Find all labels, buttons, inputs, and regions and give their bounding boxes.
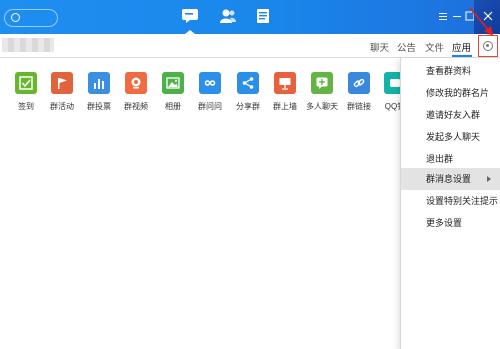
tab-chat[interactable]: 聊天 <box>370 40 389 54</box>
app-group-activity[interactable]: 群活动 <box>45 72 79 112</box>
gear-icon <box>483 41 493 51</box>
menu-item-invite-friends[interactable]: 邀请好友入群 <box>401 104 500 126</box>
menu-item-start-multi-chat[interactable]: 发起多人聊天 <box>401 126 500 148</box>
app-group-qa[interactable]: 群问问 <box>193 72 227 112</box>
menu-item-message-settings[interactable]: 群消息设置 <box>401 168 500 190</box>
app-label: 群活动 <box>50 102 74 111</box>
app-label: 相册 <box>165 102 181 111</box>
submenu-arrow-icon <box>487 176 491 182</box>
menu-item-quit-group[interactable]: 退出群 <box>401 148 500 170</box>
app-label: 群链接 <box>347 102 371 111</box>
annotation-arrow-icon <box>469 7 493 36</box>
menu-item-edit-group-card[interactable]: 修改我的群名片 <box>401 82 500 104</box>
search-icon <box>11 13 20 22</box>
menu-item-label: 群消息设置 <box>426 174 472 184</box>
active-tab-underline <box>452 55 472 57</box>
checkbox-icon <box>15 72 37 94</box>
flag-icon <box>51 72 73 94</box>
app-label: 群投票 <box>87 102 111 111</box>
tab-announcement[interactable]: 公告 <box>397 40 416 54</box>
app-album[interactable]: 相册 <box>156 72 190 112</box>
group-name-blurred <box>2 38 54 52</box>
app-share-group[interactable]: 分享群 <box>231 72 265 112</box>
menu-item-view-group-info[interactable]: 查看群资料 <box>401 60 500 82</box>
chat-icon[interactable] <box>181 8 199 24</box>
link-icon <box>348 72 370 94</box>
app-group-vote[interactable]: 群投票 <box>82 72 116 112</box>
menu-item-more-settings[interactable]: 更多设置 <box>401 212 500 234</box>
app-label: 群上墙 <box>273 102 297 111</box>
menu-icon[interactable] <box>437 10 449 22</box>
tab-apps[interactable]: 应用 <box>452 40 471 54</box>
contacts-icon[interactable] <box>219 8 237 24</box>
minimize-icon[interactable] <box>451 10 463 22</box>
app-label: 分享群 <box>236 102 260 111</box>
menu-item-special-attention[interactable]: 设置特别关注提示 <box>401 190 500 212</box>
app-group-wall[interactable]: 群上墙 <box>268 72 302 112</box>
group-header: 聊天 公告 文件 应用 <box>0 34 500 58</box>
app-multi-chat[interactable]: 多人聊天 <box>305 72 339 112</box>
app-label: 群视频 <box>124 102 148 111</box>
files-icon[interactable] <box>254 8 272 24</box>
owl-icon <box>199 72 221 94</box>
app-label: 签到 <box>18 102 34 111</box>
tab-files[interactable]: 文件 <box>425 40 444 54</box>
image-icon <box>162 72 184 94</box>
presentation-icon <box>274 72 296 94</box>
app-label: 多人聊天 <box>306 102 338 111</box>
title-bar <box>0 0 500 34</box>
camera-icon <box>125 72 147 94</box>
group-settings-menu: 查看群资料 修改我的群名片 邀请好友入群 发起多人聊天 退出群 群消息设置 设置… <box>400 58 500 349</box>
app-group-link[interactable]: 群链接 <box>342 72 376 112</box>
bar-chart-icon <box>88 72 110 94</box>
app-label: 群问问 <box>198 102 222 111</box>
chat-plus-icon <box>311 72 333 94</box>
search-box[interactable] <box>4 9 58 27</box>
app-group-video[interactable]: 群视频 <box>119 72 153 112</box>
app-sign-in[interactable]: 签到 <box>9 72 43 112</box>
share-icon <box>237 72 259 94</box>
